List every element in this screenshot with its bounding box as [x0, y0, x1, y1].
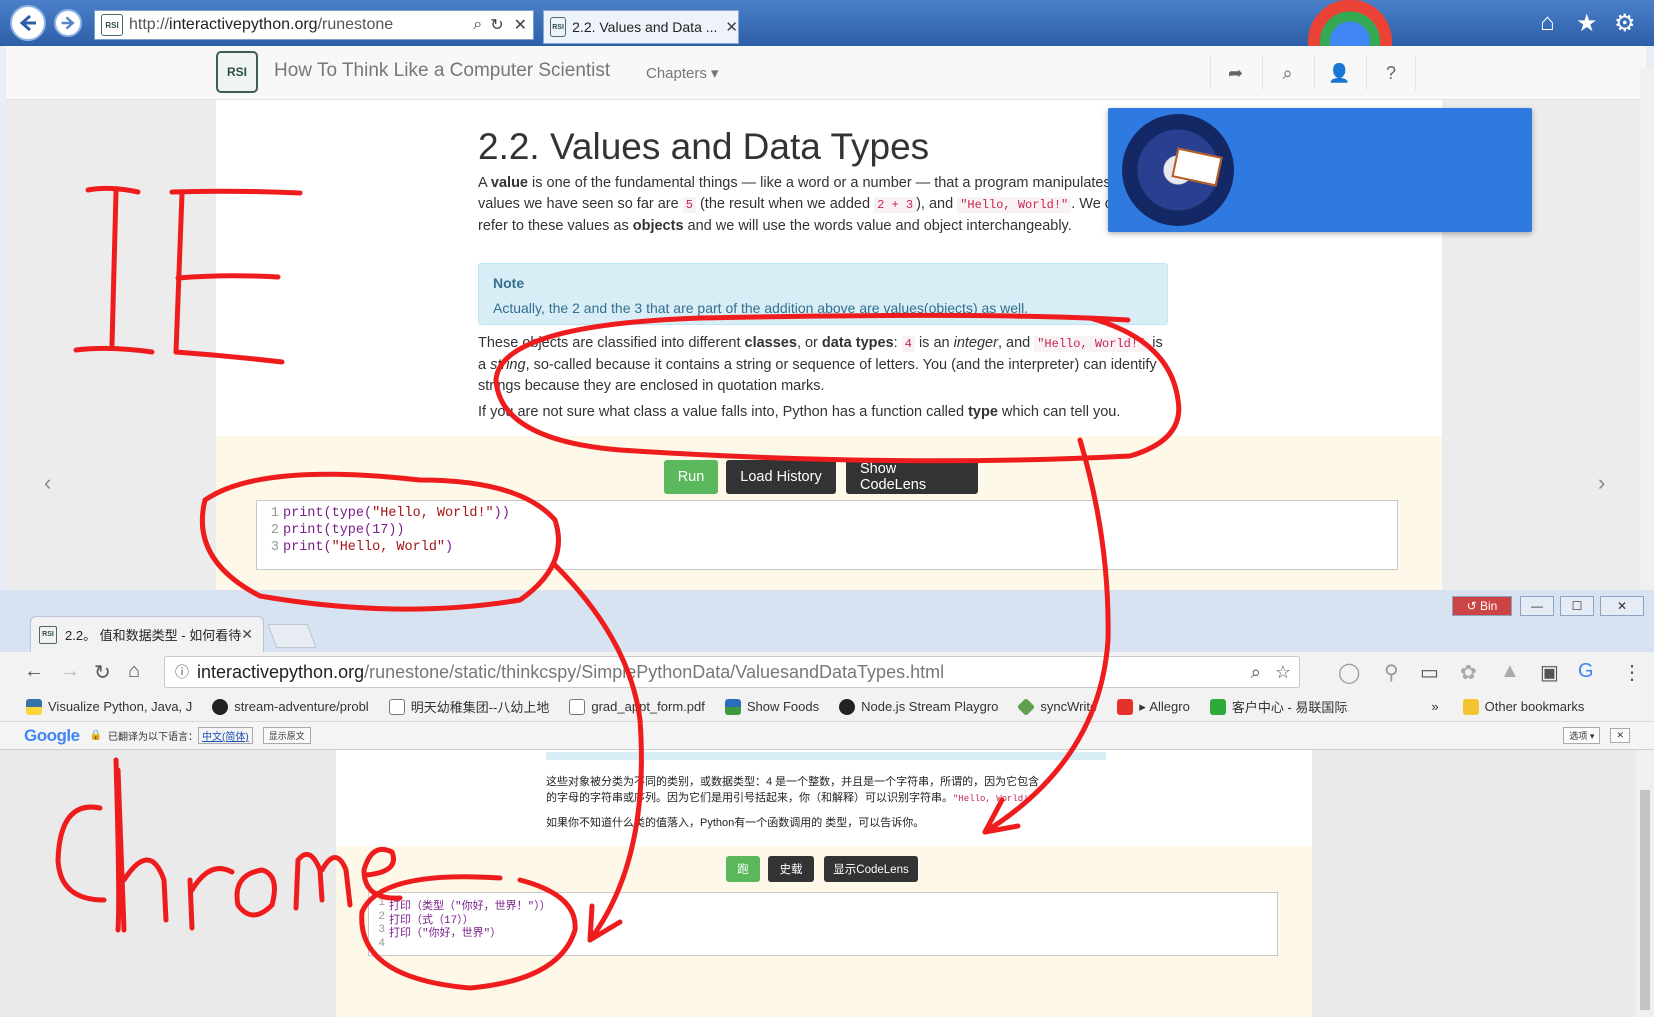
- chrome-letter-o: [234, 867, 277, 918]
- ie-letter-e-stroke: [169, 188, 303, 196]
- ie-letter-i-stroke: [85, 185, 141, 195]
- chrome-letter-m: [293, 851, 353, 911]
- arrow-code: [552, 562, 644, 943]
- ie-letter-i-stroke: [73, 345, 155, 355]
- arrowhead-paragraph: [982, 797, 1021, 835]
- ie-letter-e-stroke: [173, 191, 185, 355]
- circle-ie-code: [199, 471, 561, 612]
- ie-letter-e-stroke: [173, 349, 285, 365]
- ie-letter-i-stroke: [109, 189, 119, 348]
- arrowhead-code: [587, 903, 623, 943]
- chrome-letter-c: [55, 804, 107, 903]
- arrow-paragraph: [982, 437, 1111, 835]
- circle-ie-paragraph: [493, 312, 1182, 464]
- chrome-letter-h: [115, 767, 169, 933]
- handwritten-annotations: [55, 185, 1182, 991]
- circle-chrome-code: [359, 874, 578, 991]
- ie-letter-e-stroke: [175, 273, 281, 281]
- chrome-letter-r: [187, 866, 235, 931]
